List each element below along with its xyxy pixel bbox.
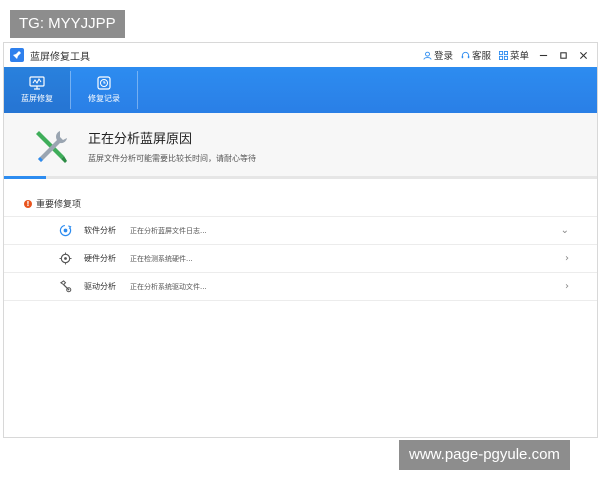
app-window: 蓝屏修复工具 登录 客服 菜单 蓝屏修复 修复记录 正在分析蓝屏原因 蓝屏文件分… [3, 42, 598, 438]
repair-items-list: 软件分析 正在分析蓝屏文件日志... ⌄ 硬件分析 正在检测系统硬件... › … [4, 216, 597, 301]
section-header: ! 重要修复项 [24, 197, 597, 210]
analysis-progress-bar [4, 176, 597, 179]
driver-icon [58, 280, 72, 294]
item-name: 硬件分析 [84, 254, 116, 263]
refresh-icon [58, 224, 72, 238]
maximize-button[interactable] [557, 49, 569, 61]
list-item-hardware[interactable]: 硬件分析 正在检测系统硬件... › [4, 245, 597, 273]
close-icon [579, 51, 587, 59]
hardware-icon [58, 252, 72, 266]
tab-bluescreen-repair[interactable]: 蓝屏修复 [4, 67, 70, 113]
login-button[interactable]: 登录 [423, 48, 453, 62]
grid-icon [498, 50, 508, 60]
list-item-software[interactable]: 软件分析 正在分析蓝屏文件日志... ⌄ [4, 217, 597, 245]
item-name: 驱动分析 [84, 282, 116, 291]
tab-label: 蓝屏修复 [21, 94, 53, 103]
menu-button[interactable]: 菜单 [498, 48, 529, 62]
watermark-top: TG: MYYJJPP [10, 10, 125, 38]
tab-repair-history[interactable]: 修复记录 [71, 67, 137, 113]
status-subtitle: 蓝屏文件分析可能需要比较长时间，请耐心等待 [88, 154, 256, 163]
maximize-icon [559, 51, 567, 59]
chevron-down-icon[interactable]: ⌄ [561, 225, 569, 236]
minimize-icon [539, 54, 547, 56]
nav-bar: 蓝屏修复 修复记录 [4, 67, 597, 113]
clock-icon [97, 76, 111, 90]
login-label: 登录 [433, 51, 453, 62]
status-title: 正在分析蓝屏原因 [88, 132, 193, 147]
item-status: 正在分析系统驱动文件... [130, 282, 207, 291]
chevron-right-icon[interactable]: › [565, 281, 569, 292]
progress-fill [4, 176, 46, 179]
app-title: 蓝屏修复工具 [30, 51, 90, 63]
warning-icon: ! [24, 199, 32, 208]
item-name: 软件分析 [84, 226, 116, 235]
close-button[interactable] [577, 49, 589, 61]
nav-divider [137, 71, 138, 109]
section-title: 重要修复项 [36, 200, 82, 210]
headset-icon [461, 51, 470, 58]
support-button[interactable]: 客服 [461, 48, 491, 62]
chevron-right-icon[interactable]: › [565, 253, 569, 264]
tab-label: 修复记录 [88, 94, 120, 103]
minimize-button[interactable] [537, 49, 549, 61]
monitor-icon [29, 76, 45, 90]
title-bar: 蓝屏修复工具 登录 客服 菜单 [4, 43, 597, 67]
tools-icon [30, 126, 70, 166]
watermark-bottom: www.page-pgyule.com [399, 440, 570, 470]
support-label: 客服 [471, 51, 491, 62]
title-bar-actions: 登录 客服 菜单 [423, 48, 589, 62]
menu-label: 菜单 [509, 51, 529, 62]
user-icon [423, 51, 432, 60]
item-status: 正在分析蓝屏文件日志... [130, 226, 207, 235]
status-text: 正在分析蓝屏原因 蓝屏文件分析可能需要比较长时间，请耐心等待 [88, 128, 256, 164]
status-banner: 正在分析蓝屏原因 蓝屏文件分析可能需要比较长时间，请耐心等待 [4, 113, 597, 179]
list-item-driver[interactable]: 驱动分析 正在分析系统驱动文件... › [4, 273, 597, 301]
wrench-icon [10, 48, 24, 62]
item-status: 正在检测系统硬件... [130, 254, 193, 263]
